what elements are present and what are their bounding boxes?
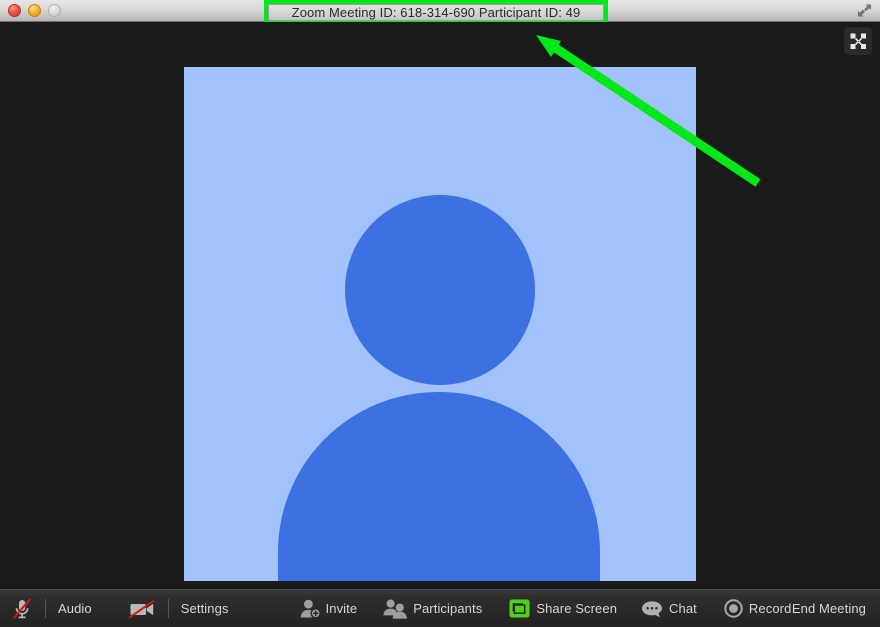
participants-button[interactable]: Participants: [382, 590, 482, 627]
toolbar-divider: [45, 599, 46, 618]
invite-button[interactable]: Invite: [299, 590, 358, 627]
default-user-avatar-icon: [345, 195, 535, 385]
stop-video-button[interactable]: [128, 590, 156, 627]
window-controls: [8, 4, 61, 17]
close-button[interactable]: [8, 4, 21, 17]
invite-label: Invite: [325, 601, 358, 616]
fullscreen-button[interactable]: [844, 27, 872, 55]
end-meeting-label: End Meeting: [791, 601, 866, 616]
people-icon: [382, 598, 408, 619]
participant-video-tile[interactable]: [184, 67, 696, 581]
video-camera-muted-icon: [128, 599, 156, 619]
record-circle-icon: [724, 599, 743, 618]
record-button[interactable]: Record: [724, 590, 792, 627]
mute-audio-button[interactable]: [11, 590, 33, 627]
meeting-stage: [0, 22, 880, 589]
settings-button[interactable]: Settings: [181, 590, 229, 627]
chat-button[interactable]: Chat: [641, 590, 697, 627]
avatar-body-shape: [278, 392, 600, 581]
share-screen-icon: [509, 599, 530, 618]
microphone-muted-icon: [11, 597, 33, 621]
share-screen-button[interactable]: Share Screen: [509, 590, 617, 627]
meeting-toolbar: Audio Settings Invite Participants Share…: [0, 589, 880, 627]
fullscreen-expand-icon[interactable]: [856, 3, 873, 18]
zoom-meeting-window: Zoom Meeting ID: 618-314-690 Participant…: [0, 0, 880, 627]
chat-label: Chat: [669, 601, 697, 616]
end-meeting-button[interactable]: End Meeting: [792, 590, 866, 627]
settings-label: Settings: [180, 601, 229, 616]
chat-bubble-icon: [641, 600, 663, 618]
audio-button[interactable]: Audio: [58, 590, 92, 627]
window-title-field: Zoom Meeting ID: 618-314-690 Participant…: [268, 4, 604, 21]
person-add-icon: [299, 598, 321, 619]
share-screen-label: Share Screen: [536, 601, 618, 616]
minimize-button[interactable]: [28, 4, 41, 17]
toolbar-divider: [167, 599, 169, 618]
window-title: Zoom Meeting ID: 618-314-690 Participant…: [291, 5, 581, 20]
participants-label: Participants: [413, 601, 483, 616]
record-label: Record: [748, 601, 792, 616]
audio-label: Audio: [58, 601, 92, 616]
zoom-button[interactable]: [48, 4, 61, 17]
